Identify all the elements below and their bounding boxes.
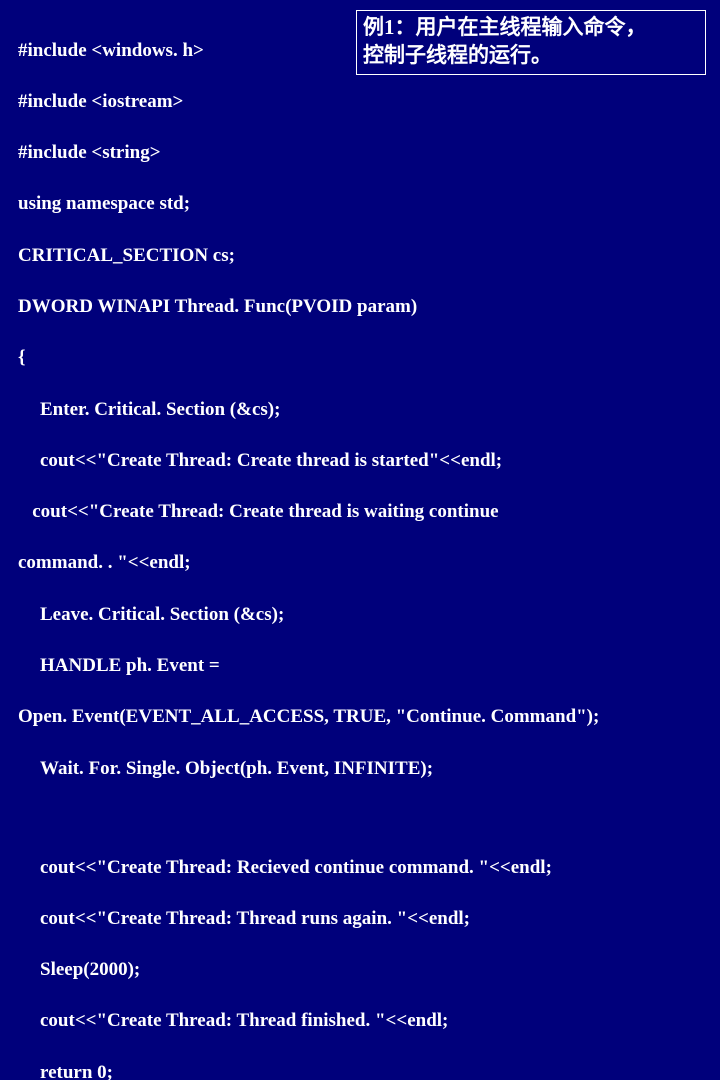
callout-line-1: 例1：用户在主线程输入命令， <box>363 13 699 41</box>
code-line: Open. Event(EVENT_ALL_ACCESS, TRUE, "Con… <box>18 704 702 730</box>
code-line: command. . "<<endl; <box>18 550 702 576</box>
code-line: cout<<"Create Thread: Create thread is w… <box>18 499 702 525</box>
blank-line <box>18 807 702 829</box>
code-line: #include <string> <box>18 140 702 166</box>
code-line: Wait. For. Single. Object(ph. Event, INF… <box>18 756 702 782</box>
code-line: Sleep(2000); <box>18 957 702 983</box>
code-line: { <box>18 345 702 371</box>
code-line: Enter. Critical. Section (&cs); <box>18 397 702 423</box>
code-line: cout<<"Create Thread: Thread finished. "… <box>18 1008 702 1034</box>
code-listing: #include <windows. h> #include <iostream… <box>18 12 702 1080</box>
code-line: cout<<"Create Thread: Create thread is s… <box>18 448 702 474</box>
code-line: cout<<"Create Thread: Recieved continue … <box>18 855 702 881</box>
code-line: CRITICAL_SECTION cs; <box>18 243 702 269</box>
code-line: HANDLE ph. Event = <box>18 653 702 679</box>
code-line: #include <iostream> <box>18 89 702 115</box>
callout-line-2: 控制子线程的运行。 <box>363 41 699 69</box>
code-line: Leave. Critical. Section (&cs); <box>18 602 702 628</box>
code-line: cout<<"Create Thread: Thread runs again.… <box>18 906 702 932</box>
code-line: DWORD WINAPI Thread. Func(PVOID param) <box>18 294 702 320</box>
callout-box: 例1：用户在主线程输入命令， 控制子线程的运行。 <box>356 10 706 75</box>
code-line: using namespace std; <box>18 191 702 217</box>
code-line: return 0; <box>18 1060 702 1080</box>
